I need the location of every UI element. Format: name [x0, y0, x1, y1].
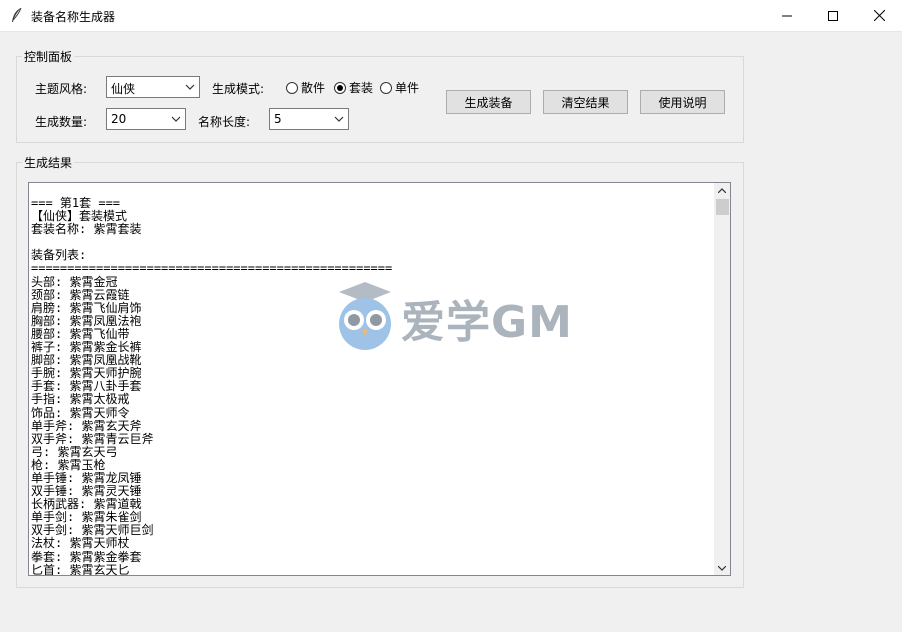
- maximize-button[interactable]: [810, 0, 856, 31]
- radio-circle: [286, 81, 298, 94]
- chevron-down-icon: [185, 84, 195, 90]
- scroll-down-button[interactable]: [714, 561, 730, 575]
- count-value: 20: [111, 112, 127, 126]
- chevron-down-icon: [334, 116, 344, 122]
- mode-radio-label: 套装: [349, 81, 374, 95]
- radio-circle-selected: [334, 81, 346, 94]
- watermark: 爱学GM: [335, 280, 575, 352]
- close-button[interactable]: [856, 0, 902, 31]
- window-title: 装备名称生成器: [31, 10, 116, 24]
- mode-radio-scattered[interactable]: 散件: [286, 79, 325, 96]
- mode-radio-label: 散件: [301, 81, 326, 95]
- feather-icon: [12, 7, 22, 22]
- theme-label: 主题风格:: [35, 82, 88, 96]
- minimize-icon: [782, 15, 792, 16]
- minimize-button[interactable]: [764, 0, 810, 31]
- mode-radio-single[interactable]: 单件: [380, 79, 419, 96]
- count-combobox[interactable]: 20: [106, 108, 186, 130]
- results-scrollbar[interactable]: [714, 183, 730, 575]
- results-title: 生成结果: [22, 154, 75, 171]
- length-label: 名称长度:: [198, 115, 251, 129]
- length-combobox[interactable]: 5: [269, 108, 349, 130]
- chevron-up-icon: [718, 187, 726, 193]
- scroll-up-button[interactable]: [714, 183, 730, 197]
- maximize-icon: [828, 10, 838, 21]
- watermark-text: 爱学GM: [401, 297, 573, 348]
- scroll-thumb[interactable]: [716, 199, 729, 215]
- chevron-down-icon: [718, 565, 726, 571]
- theme-value: 仙侠: [111, 82, 136, 96]
- chevron-down-icon: [171, 116, 181, 122]
- results-textarea[interactable]: === 第1套 === 【仙侠】套装模式 套装名称: 紫霄套装 装备列表: ==…: [28, 182, 731, 576]
- clear-button[interactable]: 清空结果: [543, 90, 628, 114]
- length-value: 5: [274, 112, 282, 126]
- radio-circle: [380, 81, 392, 94]
- close-icon: [873, 10, 885, 21]
- owl-logo-icon: [339, 282, 391, 350]
- help-button[interactable]: 使用说明: [640, 90, 725, 114]
- mode-radio-label: 单件: [395, 81, 420, 95]
- control-panel-title: 控制面板: [22, 48, 75, 65]
- mode-radio-set[interactable]: 套装: [334, 79, 373, 96]
- count-label: 生成数量:: [35, 115, 88, 129]
- theme-combobox[interactable]: 仙侠: [106, 76, 200, 98]
- results-text: === 第1套 === 【仙侠】套装模式 套装名称: 紫霄套装 装备列表: ==…: [31, 196, 393, 576]
- generate-button[interactable]: 生成装备: [446, 90, 531, 114]
- title-bar: 装备名称生成器: [0, 0, 902, 32]
- mode-label: 生成模式:: [212, 82, 265, 96]
